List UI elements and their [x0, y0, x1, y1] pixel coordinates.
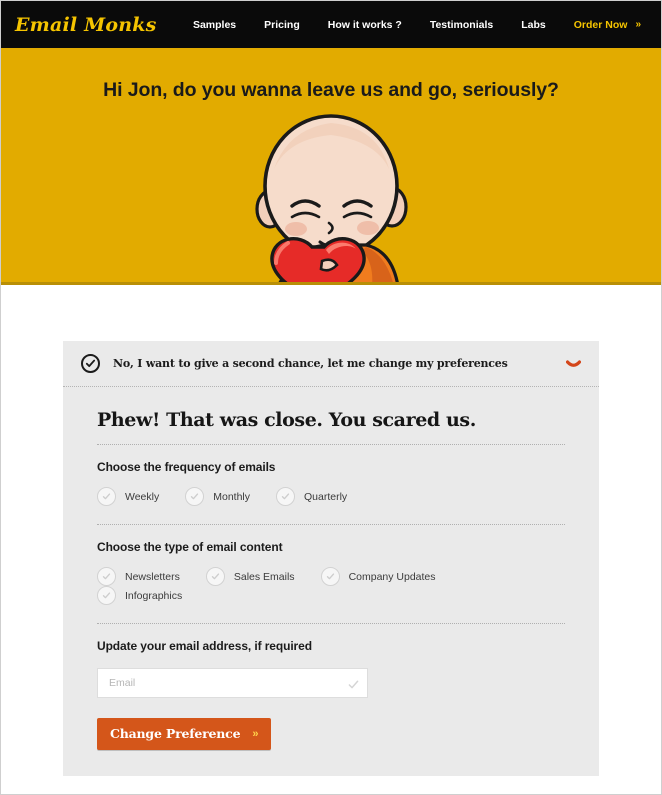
option-newsletters[interactable]: Newsletters — [97, 567, 180, 586]
page-root: Email Monks Samples Pricing How it works… — [1, 1, 661, 794]
nav-link-pricing[interactable]: Pricing — [250, 19, 314, 31]
change-preference-label: Change Preference — [110, 726, 241, 741]
frequency-label: Choose the frequency of emails — [97, 460, 276, 474]
option-sales-emails[interactable]: Sales Emails — [205, 567, 295, 586]
hero-banner: Hi Jon, do you wanna leave us and go, se… — [1, 48, 661, 285]
option-label: Quarterly — [304, 490, 348, 503]
check-circle-icon[interactable] — [185, 487, 205, 506]
preferences-form: Phew! That was close. You scared us. Cho… — [63, 387, 599, 776]
option-quarterly[interactable]: Quarterly — [276, 487, 347, 506]
email-label: Update your email address, if required — [97, 639, 312, 653]
chevron-down-icon[interactable] — [565, 356, 581, 372]
content-type-label: Choose the type of email content — [97, 540, 283, 554]
change-preference-button[interactable]: Change Preference » — [97, 718, 272, 750]
email-field-wrapper — [97, 668, 368, 698]
double-chevron-right-icon: » — [635, 19, 641, 30]
accordion-panel-change-preferences: No, I want to give a second chance, let … — [63, 341, 599, 776]
preferences-heading: Phew! That was close. You scared us. — [97, 409, 476, 431]
option-label: Infographics — [125, 589, 183, 602]
option-monthly[interactable]: Monthly — [185, 487, 250, 506]
top-navigation-bar: Email Monks Samples Pricing How it works… — [1, 1, 661, 48]
main-content: No, I want to give a second chance, let … — [1, 285, 661, 794]
nav-link-testimonials[interactable]: Testimonials — [416, 19, 507, 31]
option-label: Weekly — [125, 490, 160, 503]
option-company-updates[interactable]: Company Updates — [320, 567, 436, 586]
check-circle-icon[interactable] — [320, 567, 340, 586]
double-chevron-right-icon: » — [252, 727, 259, 740]
check-circle-icon-selected[interactable] — [81, 354, 100, 373]
nav-link-how-it-works[interactable]: How it works ? — [314, 19, 416, 31]
email-input[interactable] — [97, 668, 368, 698]
hero-headline: Hi Jon, do you wanna leave us and go, se… — [103, 79, 559, 101]
site-logo[interactable]: Email Monks — [1, 14, 157, 36]
check-circle-icon[interactable] — [276, 487, 295, 506]
monk-hugging-heart-illustration — [226, 111, 436, 282]
content-type-options: Newsletters Sales Emails Company Updates — [97, 567, 565, 623]
option-weekly[interactable]: Weekly — [97, 487, 159, 506]
option-infographics[interactable]: Infographics — [97, 586, 182, 605]
accordion-title-change-preferences: No, I want to give a second chance, let … — [113, 357, 508, 370]
option-label: Newsletters — [125, 570, 180, 583]
nav-link-order-now[interactable]: Order Now — [560, 19, 636, 31]
nav-link-labs[interactable]: Labs — [507, 19, 560, 31]
option-label: Monthly — [213, 490, 250, 503]
option-label: Company Updates — [348, 570, 436, 583]
accordion-header-change-preferences[interactable]: No, I want to give a second chance, let … — [63, 341, 599, 387]
frequency-options: Weekly Monthly Quarterly — [97, 487, 565, 524]
check-circle-icon[interactable] — [205, 567, 225, 586]
option-label: Sales Emails — [233, 570, 295, 583]
check-circle-icon[interactable] — [97, 487, 116, 506]
check-circle-icon[interactable] — [97, 567, 116, 586]
nav-links: Samples Pricing How it works ? Testimoni… — [179, 19, 647, 31]
nav-link-samples[interactable]: Samples — [179, 19, 250, 31]
check-circle-icon[interactable] — [97, 586, 116, 605]
